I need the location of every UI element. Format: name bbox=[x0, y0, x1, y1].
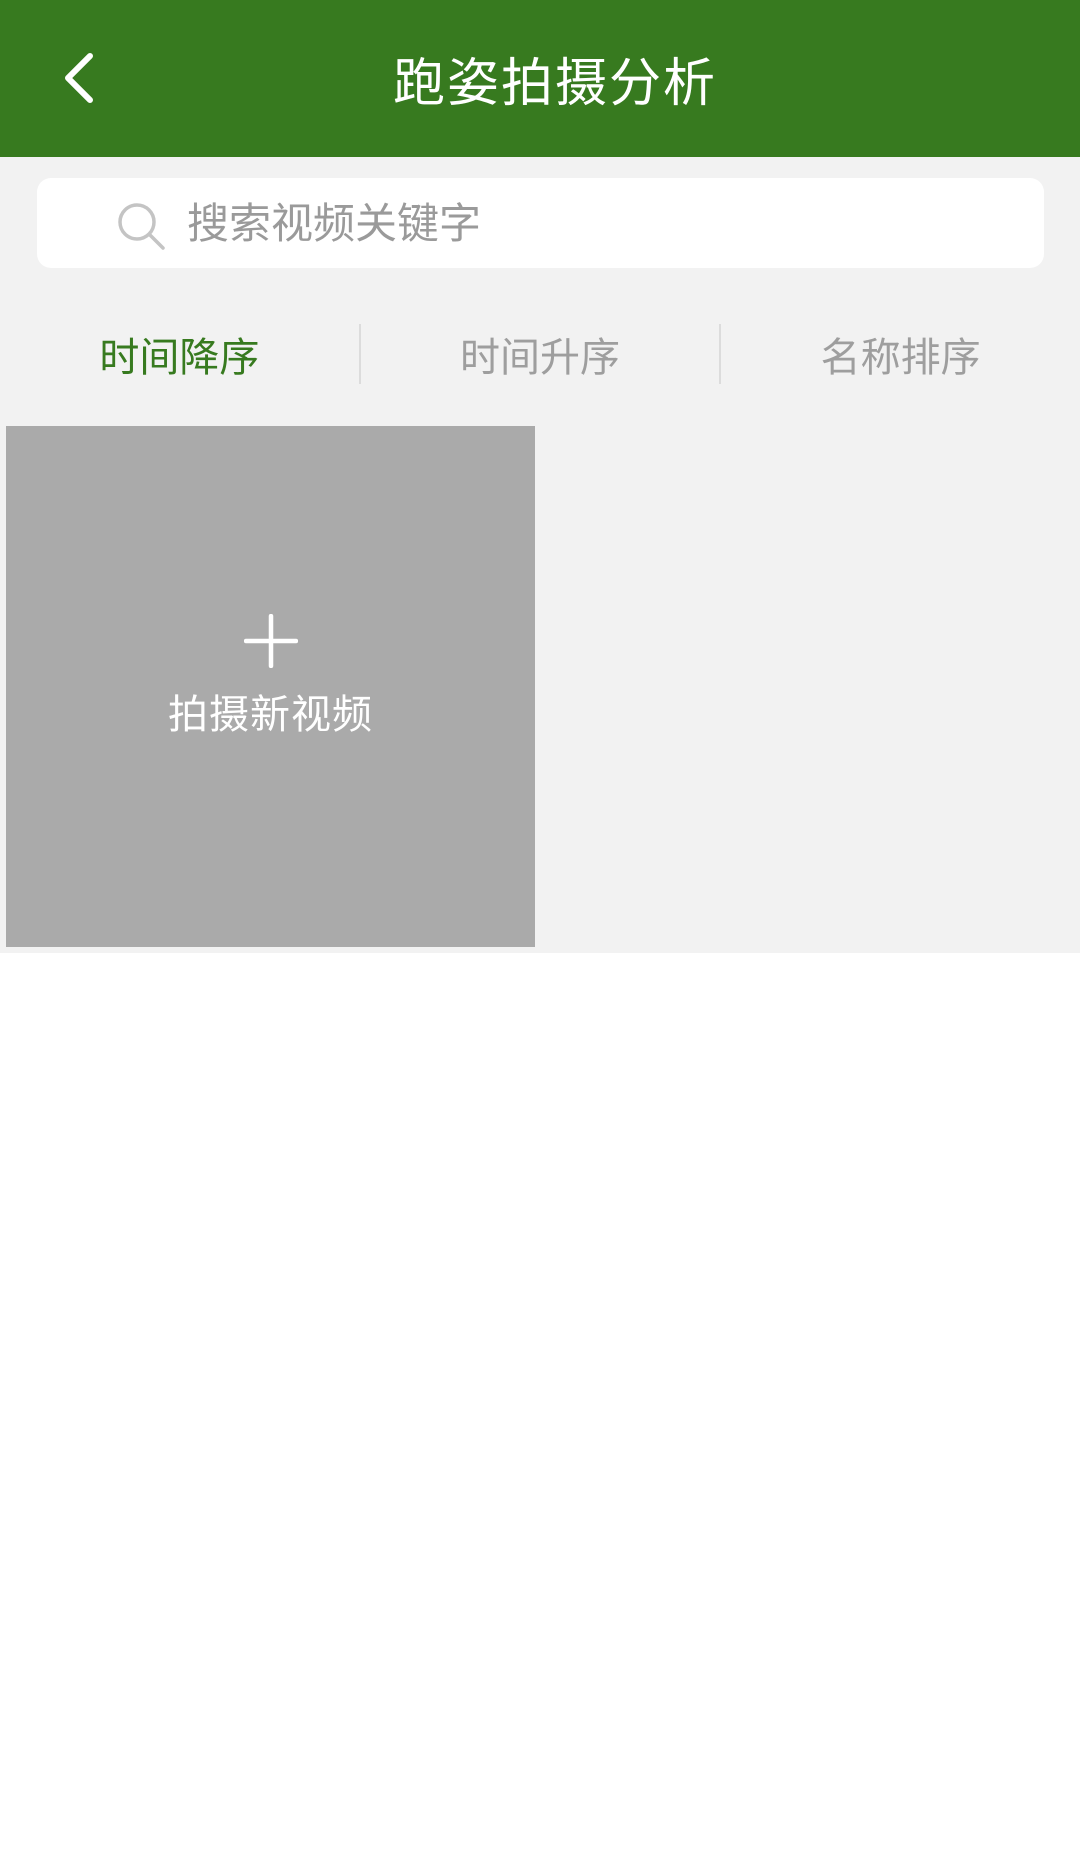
plus-icon bbox=[243, 613, 298, 668]
sort-tab-time-asc[interactable]: 时间升序 bbox=[361, 320, 720, 388]
back-button[interactable] bbox=[44, 40, 112, 116]
chevron-left-icon bbox=[65, 53, 93, 103]
sort-tab-time-desc[interactable]: 时间降序 bbox=[0, 320, 359, 388]
top-app-bar: 跑姿拍摄分析 bbox=[0, 0, 1080, 157]
sort-tabs: 时间降序 时间升序 名称排序 bbox=[0, 320, 1080, 388]
sort-tab-name[interactable]: 名称排序 bbox=[721, 320, 1080, 388]
record-new-video-button[interactable]: 拍摄新视频 bbox=[6, 426, 535, 947]
search-icon bbox=[118, 203, 165, 250]
page-title: 跑姿拍摄分析 bbox=[392, 54, 717, 114]
record-new-video-label: 拍摄新视频 bbox=[168, 691, 373, 738]
search-input[interactable] bbox=[187, 178, 1007, 268]
search-bar[interactable] bbox=[37, 178, 1044, 268]
